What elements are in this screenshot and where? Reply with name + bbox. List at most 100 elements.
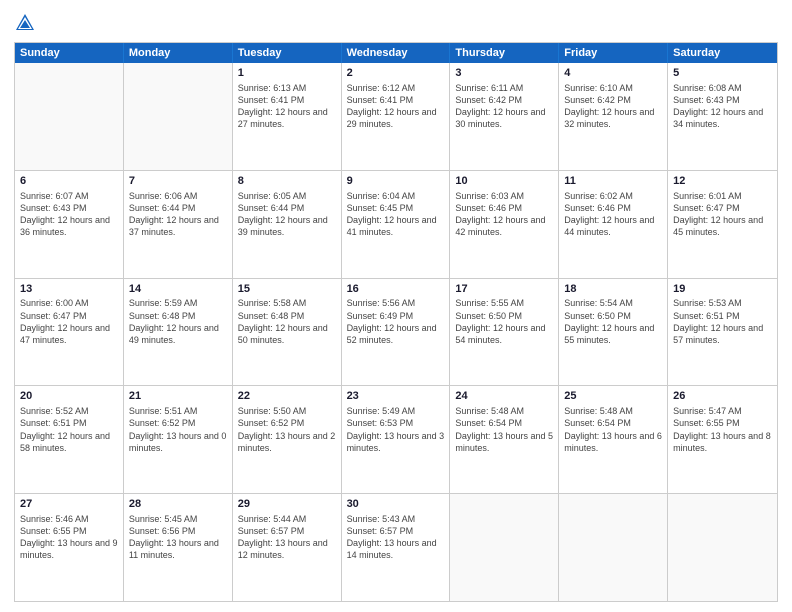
empty-cell bbox=[124, 63, 233, 170]
calendar-row-3: 20Sunrise: 5:52 AMSunset: 6:51 PMDayligh… bbox=[15, 385, 777, 493]
day-number: 18 bbox=[564, 282, 662, 297]
day-number: 4 bbox=[564, 66, 662, 81]
day-number: 13 bbox=[20, 282, 118, 297]
day-number: 12 bbox=[673, 174, 772, 189]
day-cell-27: 27Sunrise: 5:46 AMSunset: 6:55 PMDayligh… bbox=[15, 494, 124, 601]
day-cell-19: 19Sunrise: 5:53 AMSunset: 6:51 PMDayligh… bbox=[668, 279, 777, 386]
day-cell-10: 10Sunrise: 6:03 AMSunset: 6:46 PMDayligh… bbox=[450, 171, 559, 278]
day-number: 8 bbox=[238, 174, 336, 189]
day-number: 20 bbox=[20, 389, 118, 404]
day-number: 24 bbox=[455, 389, 553, 404]
day-number: 7 bbox=[129, 174, 227, 189]
cell-info: Sunrise: 5:47 AMSunset: 6:55 PMDaylight:… bbox=[673, 405, 772, 454]
logo bbox=[14, 10, 40, 34]
day-number: 10 bbox=[455, 174, 553, 189]
calendar-row-1: 6Sunrise: 6:07 AMSunset: 6:43 PMDaylight… bbox=[15, 170, 777, 278]
day-cell-8: 8Sunrise: 6:05 AMSunset: 6:44 PMDaylight… bbox=[233, 171, 342, 278]
page: SundayMondayTuesdayWednesdayThursdayFrid… bbox=[0, 0, 792, 612]
empty-cell bbox=[559, 494, 668, 601]
day-cell-9: 9Sunrise: 6:04 AMSunset: 6:45 PMDaylight… bbox=[342, 171, 451, 278]
cell-info: Sunrise: 6:06 AMSunset: 6:44 PMDaylight:… bbox=[129, 190, 227, 239]
cell-info: Sunrise: 5:56 AMSunset: 6:49 PMDaylight:… bbox=[347, 297, 445, 346]
day-cell-2: 2Sunrise: 6:12 AMSunset: 6:41 PMDaylight… bbox=[342, 63, 451, 170]
day-cell-23: 23Sunrise: 5:49 AMSunset: 6:53 PMDayligh… bbox=[342, 386, 451, 493]
calendar: SundayMondayTuesdayWednesdayThursdayFrid… bbox=[14, 42, 778, 602]
day-number: 15 bbox=[238, 282, 336, 297]
day-cell-22: 22Sunrise: 5:50 AMSunset: 6:52 PMDayligh… bbox=[233, 386, 342, 493]
cell-info: Sunrise: 5:52 AMSunset: 6:51 PMDaylight:… bbox=[20, 405, 118, 454]
day-number: 6 bbox=[20, 174, 118, 189]
day-number: 25 bbox=[564, 389, 662, 404]
cell-info: Sunrise: 5:55 AMSunset: 6:50 PMDaylight:… bbox=[455, 297, 553, 346]
day-cell-5: 5Sunrise: 6:08 AMSunset: 6:43 PMDaylight… bbox=[668, 63, 777, 170]
day-number: 27 bbox=[20, 497, 118, 512]
day-number: 2 bbox=[347, 66, 445, 81]
day-number: 9 bbox=[347, 174, 445, 189]
day-cell-21: 21Sunrise: 5:51 AMSunset: 6:52 PMDayligh… bbox=[124, 386, 233, 493]
cell-info: Sunrise: 6:02 AMSunset: 6:46 PMDaylight:… bbox=[564, 190, 662, 239]
day-header-monday: Monday bbox=[124, 43, 233, 63]
day-number: 29 bbox=[238, 497, 336, 512]
day-cell-6: 6Sunrise: 6:07 AMSunset: 6:43 PMDaylight… bbox=[15, 171, 124, 278]
day-cell-1: 1Sunrise: 6:13 AMSunset: 6:41 PMDaylight… bbox=[233, 63, 342, 170]
calendar-row-0: 1Sunrise: 6:13 AMSunset: 6:41 PMDaylight… bbox=[15, 63, 777, 170]
cell-info: Sunrise: 6:11 AMSunset: 6:42 PMDaylight:… bbox=[455, 82, 553, 131]
cell-info: Sunrise: 6:00 AMSunset: 6:47 PMDaylight:… bbox=[20, 297, 118, 346]
day-cell-13: 13Sunrise: 6:00 AMSunset: 6:47 PMDayligh… bbox=[15, 279, 124, 386]
calendar-header: SundayMondayTuesdayWednesdayThursdayFrid… bbox=[15, 43, 777, 63]
day-cell-15: 15Sunrise: 5:58 AMSunset: 6:48 PMDayligh… bbox=[233, 279, 342, 386]
day-number: 22 bbox=[238, 389, 336, 404]
day-cell-24: 24Sunrise: 5:48 AMSunset: 6:54 PMDayligh… bbox=[450, 386, 559, 493]
cell-info: Sunrise: 5:58 AMSunset: 6:48 PMDaylight:… bbox=[238, 297, 336, 346]
cell-info: Sunrise: 6:07 AMSunset: 6:43 PMDaylight:… bbox=[20, 190, 118, 239]
day-number: 28 bbox=[129, 497, 227, 512]
cell-info: Sunrise: 6:10 AMSunset: 6:42 PMDaylight:… bbox=[564, 82, 662, 131]
day-cell-20: 20Sunrise: 5:52 AMSunset: 6:51 PMDayligh… bbox=[15, 386, 124, 493]
day-number: 1 bbox=[238, 66, 336, 81]
calendar-row-4: 27Sunrise: 5:46 AMSunset: 6:55 PMDayligh… bbox=[15, 493, 777, 601]
day-cell-30: 30Sunrise: 5:43 AMSunset: 6:57 PMDayligh… bbox=[342, 494, 451, 601]
day-cell-29: 29Sunrise: 5:44 AMSunset: 6:57 PMDayligh… bbox=[233, 494, 342, 601]
day-cell-14: 14Sunrise: 5:59 AMSunset: 6:48 PMDayligh… bbox=[124, 279, 233, 386]
day-number: 23 bbox=[347, 389, 445, 404]
cell-info: Sunrise: 5:54 AMSunset: 6:50 PMDaylight:… bbox=[564, 297, 662, 346]
cell-info: Sunrise: 6:12 AMSunset: 6:41 PMDaylight:… bbox=[347, 82, 445, 131]
day-cell-16: 16Sunrise: 5:56 AMSunset: 6:49 PMDayligh… bbox=[342, 279, 451, 386]
cell-info: Sunrise: 6:04 AMSunset: 6:45 PMDaylight:… bbox=[347, 190, 445, 239]
cell-info: Sunrise: 6:08 AMSunset: 6:43 PMDaylight:… bbox=[673, 82, 772, 131]
day-cell-28: 28Sunrise: 5:45 AMSunset: 6:56 PMDayligh… bbox=[124, 494, 233, 601]
cell-info: Sunrise: 5:45 AMSunset: 6:56 PMDaylight:… bbox=[129, 513, 227, 562]
cell-info: Sunrise: 5:51 AMSunset: 6:52 PMDaylight:… bbox=[129, 405, 227, 454]
cell-info: Sunrise: 5:48 AMSunset: 6:54 PMDaylight:… bbox=[564, 405, 662, 454]
cell-info: Sunrise: 5:43 AMSunset: 6:57 PMDaylight:… bbox=[347, 513, 445, 562]
day-number: 14 bbox=[129, 282, 227, 297]
day-cell-12: 12Sunrise: 6:01 AMSunset: 6:47 PMDayligh… bbox=[668, 171, 777, 278]
cell-info: Sunrise: 5:53 AMSunset: 6:51 PMDaylight:… bbox=[673, 297, 772, 346]
empty-cell bbox=[668, 494, 777, 601]
cell-info: Sunrise: 5:44 AMSunset: 6:57 PMDaylight:… bbox=[238, 513, 336, 562]
day-number: 11 bbox=[564, 174, 662, 189]
day-number: 3 bbox=[455, 66, 553, 81]
calendar-row-2: 13Sunrise: 6:00 AMSunset: 6:47 PMDayligh… bbox=[15, 278, 777, 386]
day-number: 16 bbox=[347, 282, 445, 297]
day-cell-3: 3Sunrise: 6:11 AMSunset: 6:42 PMDaylight… bbox=[450, 63, 559, 170]
day-header-saturday: Saturday bbox=[668, 43, 777, 63]
empty-cell bbox=[15, 63, 124, 170]
day-cell-26: 26Sunrise: 5:47 AMSunset: 6:55 PMDayligh… bbox=[668, 386, 777, 493]
day-number: 19 bbox=[673, 282, 772, 297]
cell-info: Sunrise: 6:13 AMSunset: 6:41 PMDaylight:… bbox=[238, 82, 336, 131]
calendar-body: 1Sunrise: 6:13 AMSunset: 6:41 PMDaylight… bbox=[15, 63, 777, 601]
cell-info: Sunrise: 5:50 AMSunset: 6:52 PMDaylight:… bbox=[238, 405, 336, 454]
day-cell-18: 18Sunrise: 5:54 AMSunset: 6:50 PMDayligh… bbox=[559, 279, 668, 386]
day-header-wednesday: Wednesday bbox=[342, 43, 451, 63]
day-cell-7: 7Sunrise: 6:06 AMSunset: 6:44 PMDaylight… bbox=[124, 171, 233, 278]
day-header-thursday: Thursday bbox=[450, 43, 559, 63]
day-number: 17 bbox=[455, 282, 553, 297]
cell-info: Sunrise: 5:49 AMSunset: 6:53 PMDaylight:… bbox=[347, 405, 445, 454]
day-cell-17: 17Sunrise: 5:55 AMSunset: 6:50 PMDayligh… bbox=[450, 279, 559, 386]
cell-info: Sunrise: 6:05 AMSunset: 6:44 PMDaylight:… bbox=[238, 190, 336, 239]
day-number: 21 bbox=[129, 389, 227, 404]
day-header-friday: Friday bbox=[559, 43, 668, 63]
cell-info: Sunrise: 6:01 AMSunset: 6:47 PMDaylight:… bbox=[673, 190, 772, 239]
cell-info: Sunrise: 5:59 AMSunset: 6:48 PMDaylight:… bbox=[129, 297, 227, 346]
